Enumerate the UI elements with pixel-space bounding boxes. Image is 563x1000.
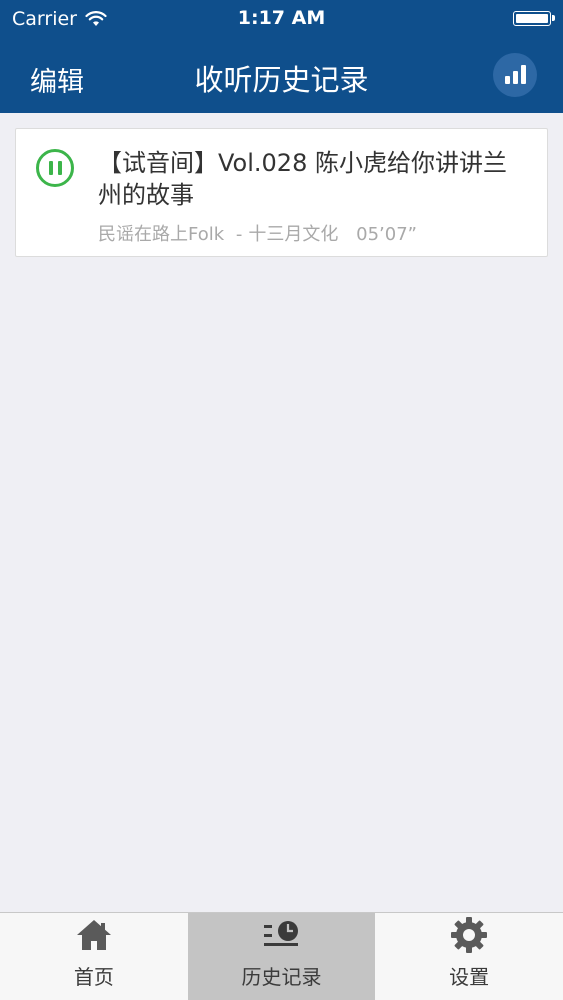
page-title: 收听历史记录	[194, 63, 369, 97]
channel-name: 民谣在路上Folk	[98, 224, 225, 245]
tab-settings-label: 设置	[449, 965, 490, 989]
tab-home[interactable]: 首页	[0, 913, 188, 1000]
tab-history[interactable]: 历史记录	[187, 913, 376, 1000]
status-bar: Carrier 1:17 AM	[0, 0, 563, 38]
home-icon	[76, 920, 111, 950]
tab-bar: 首页 历史记录 设置	[0, 912, 563, 1000]
episode-meta: 民谣在路上Folk - 十三月文化 05’07”	[98, 220, 417, 246]
publisher-name: 十三月文化	[248, 224, 339, 245]
app-header: Carrier 1:17 AM 编辑 收听历史记录	[0, 0, 563, 113]
clock: 1:17 AM	[237, 7, 326, 29]
gear-icon	[451, 917, 488, 953]
episode-duration: 05’07”	[356, 224, 417, 245]
meta-separator: -	[235, 224, 243, 245]
pause-icon[interactable]	[36, 149, 74, 187]
tab-settings[interactable]: 设置	[375, 913, 563, 1000]
tab-home-label: 首页	[73, 965, 114, 989]
tab-history-label: 历史记录	[241, 965, 322, 989]
history-list-item[interactable]: 【试音间】Vol.028 陈小虎给你讲讲兰州的故事 民谣在路上Folk - 十三月…	[15, 128, 548, 257]
battery-icon	[513, 11, 555, 26]
episode-title: 【试音间】Vol.028 陈小虎给你讲讲兰州的故事	[98, 149, 507, 209]
history-icon	[263, 921, 298, 946]
bar-chart-icon[interactable]	[493, 53, 537, 97]
